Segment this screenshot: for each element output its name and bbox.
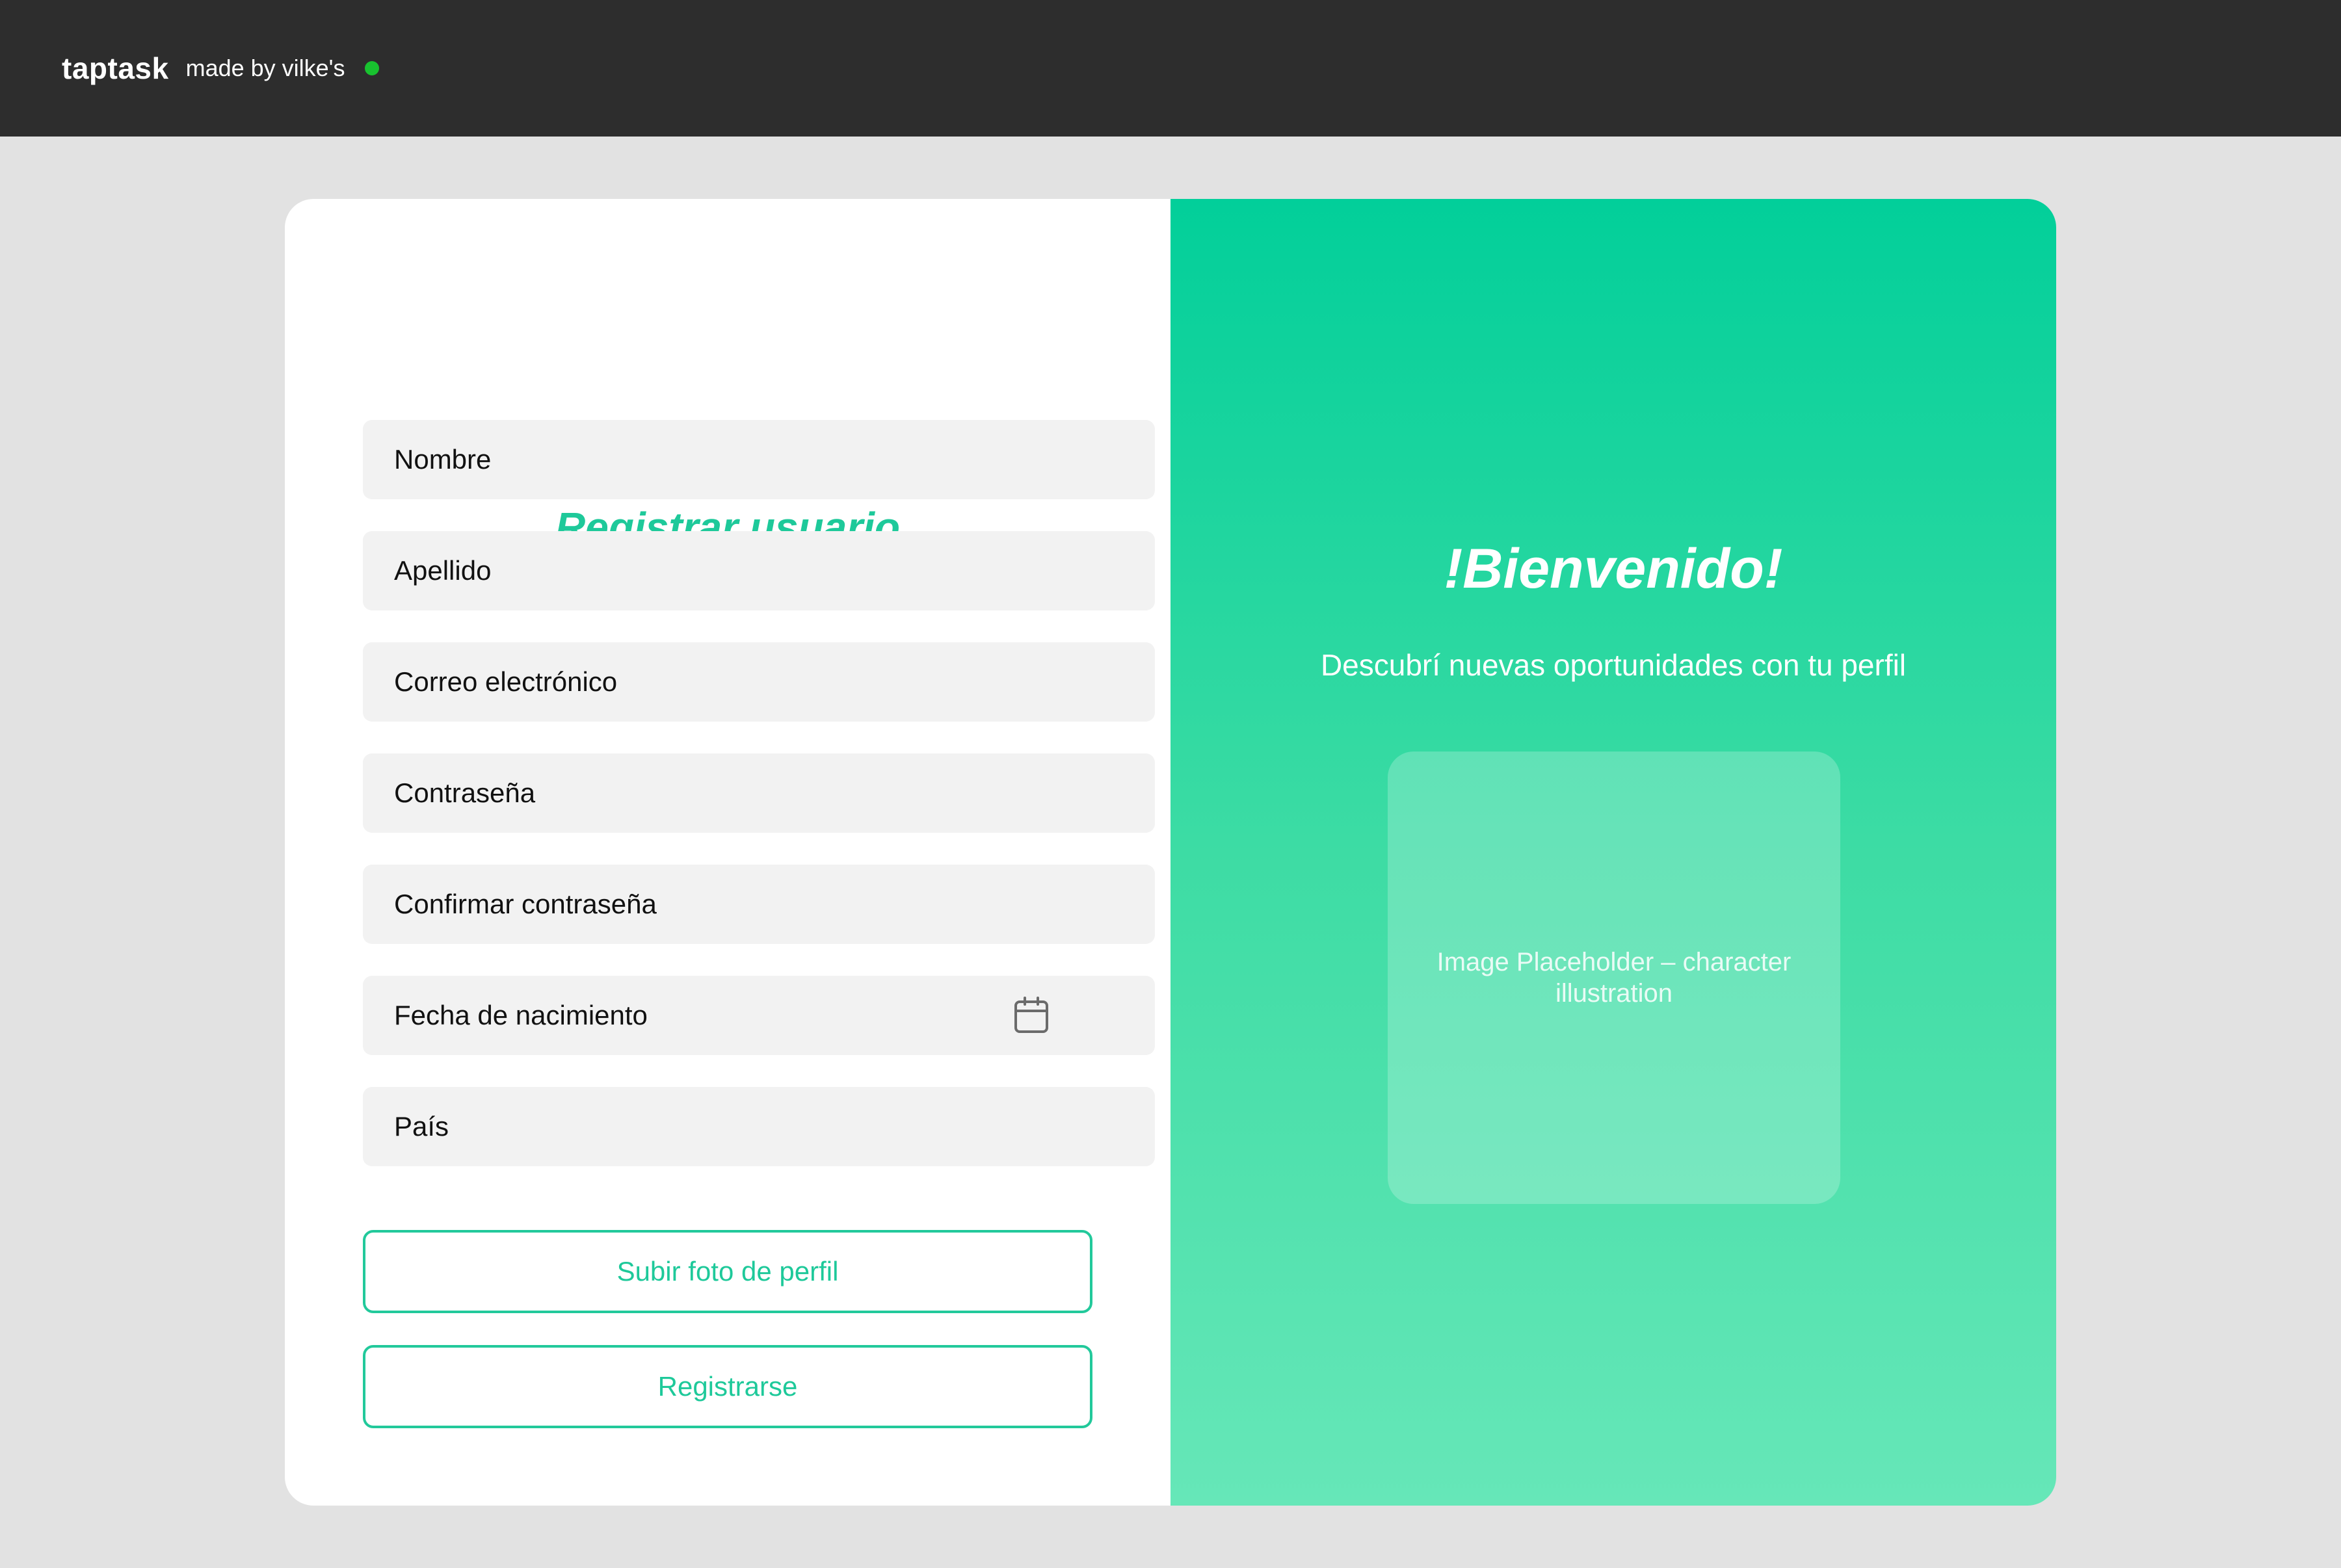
confirm-password-field[interactable]: Confirmar contraseña <box>363 865 1155 944</box>
brand-logo[interactable]: taptask <box>62 51 169 86</box>
calendar-icon[interactable] <box>1013 997 1050 1034</box>
register-card: Registrar usuario Nombre Apellido Correo… <box>285 199 2056 1506</box>
confirm-password-field-label: Confirmar contraseña <box>394 889 657 919</box>
nombre-field[interactable]: Nombre <box>363 420 1155 499</box>
apellido-field[interactable]: Apellido <box>363 531 1155 610</box>
status-dot-icon <box>364 61 379 75</box>
top-bar: taptask made by vilke's <box>0 0 2341 137</box>
upload-photo-button[interactable]: Subir foto de perfil <box>363 1230 1092 1313</box>
character-image-placeholder: Image Placeholder – character illustrati… <box>1388 751 1840 1204</box>
country-field-label: País <box>394 1111 449 1142</box>
password-field[interactable]: Contraseña <box>363 753 1155 833</box>
welcome-panel: !Bienvenido! Descubrí nuevas oportunidad… <box>1170 199 2056 1506</box>
register-button[interactable]: Registrarse <box>363 1345 1092 1428</box>
birthdate-field-label: Fecha de nacimiento <box>394 1000 648 1030</box>
image-placeholder-text: Image Placeholder – character illustrati… <box>1436 948 1792 1008</box>
email-field-label: Correo electrónico <box>394 666 618 697</box>
birthdate-field[interactable]: Fecha de nacimiento <box>363 976 1155 1055</box>
register-form-panel: Registrar usuario Nombre Apellido Correo… <box>285 199 1170 1506</box>
welcome-subtitle: Descubrí nuevas oportunidades con tu per… <box>1320 648 1907 682</box>
nombre-field-label: Nombre <box>394 444 492 475</box>
password-field-label: Contraseña <box>394 777 536 808</box>
welcome-heading: !Bienvenido! <box>1444 538 1783 600</box>
apellido-field-label: Apellido <box>394 555 492 586</box>
made-by-text: made by vilke's <box>185 55 345 81</box>
country-field[interactable]: País <box>363 1087 1155 1166</box>
email-field[interactable]: Correo electrónico <box>363 642 1155 722</box>
